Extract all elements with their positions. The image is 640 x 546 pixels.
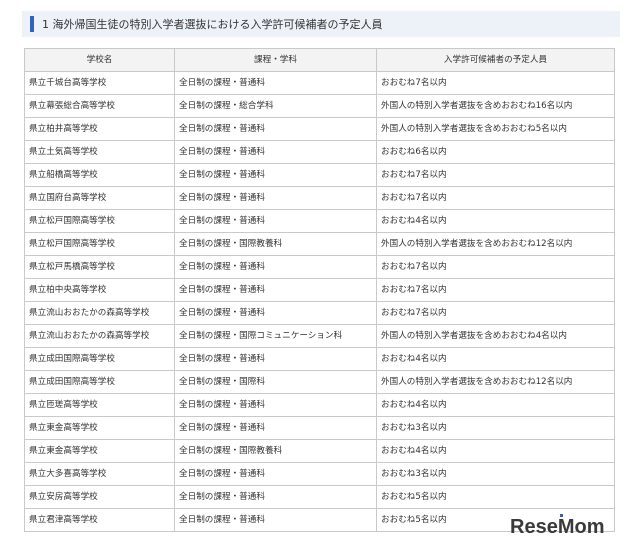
cell-planned-quota: おおむね5名以内 <box>376 485 615 509</box>
cell-school-name: 県立船橋高等学校 <box>24 163 175 187</box>
cell-course-department: 全日制の課程・普通科 <box>174 186 377 210</box>
cell-planned-quota: 外国人の特別入学者選抜を含めおおむね12名以内 <box>376 232 615 256</box>
cell-planned-quota: おおむね7名以内 <box>376 255 615 279</box>
table-row: 県立匝瑳高等学校 全日制の課程・普通科 おおむね4名以内 <box>24 393 615 417</box>
cell-planned-quota: おおむね6名以内 <box>376 140 615 164</box>
cell-school-name: 県立柏中央高等学校 <box>24 278 175 302</box>
cell-planned-quota: 外国人の特別入学者選抜を含めおおむね12名以内 <box>376 370 615 394</box>
table-row: 県立松戸国際高等学校 全日制の課程・普通科 おおむね4名以内 <box>24 209 615 233</box>
cell-school-name: 県立流山おおたかの森高等学校 <box>24 324 175 348</box>
table-body: 県立千城台高等学校 全日制の課程・普通科 おおむね7名以内 県立幕張総合高等学校 全日制… <box>24 71 615 532</box>
cell-school-name: 県立松戸国際高等学校 <box>24 232 175 256</box>
section-header: 1 海外帰国生徒の特別入学者選抜における入学許可候補者の予定人員 <box>22 11 620 37</box>
table-row: 県立東金高等学校 全日制の課程・国際教養科 おおむね4名以内 <box>24 439 615 463</box>
cell-course-department: 全日制の課程・普通科 <box>174 117 377 141</box>
cell-planned-quota: おおむね3名以内 <box>376 462 615 486</box>
cell-planned-quota: おおむね4名以内 <box>376 393 615 417</box>
cell-course-department: 全日制の課程・普通科 <box>174 301 377 325</box>
cell-planned-quota: 外国人の特別入学者選抜を含めおおむね16名以内 <box>376 94 615 118</box>
table-row: 県立安房高等学校 全日制の課程・普通科 おおむね5名以内 <box>24 485 615 509</box>
cell-course-department: 全日制の課程・普通科 <box>174 508 377 532</box>
cell-course-department: 全日制の課程・国際教養科 <box>174 232 377 256</box>
section-title: 1 海外帰国生徒の特別入学者選抜における入学許可候補者の予定人員 <box>42 18 383 31</box>
cell-course-department: 全日制の課程・普通科 <box>174 416 377 440</box>
cell-school-name: 県立東金高等学校 <box>24 439 175 463</box>
resemom-watermark-logo: ReseMom <box>508 512 628 538</box>
cell-planned-quota: おおむね4名以内 <box>376 439 615 463</box>
cell-course-department: 全日制の課程・普通科 <box>174 462 377 486</box>
cell-planned-quota: おおむね7名以内 <box>376 163 615 187</box>
section-accent-bar <box>30 16 34 32</box>
table-row: 県立成田国際高等学校 全日制の課程・普通科 おおむね4名以内 <box>24 347 615 371</box>
svg-text:ReseMom: ReseMom <box>510 516 604 538</box>
table-row: 県立土気高等学校 全日制の課程・普通科 おおむね6名以内 <box>24 140 615 164</box>
header-course-department: 課程・学科 <box>174 48 377 72</box>
cell-school-name: 県立千城台高等学校 <box>24 71 175 95</box>
cell-course-department: 全日制の課程・普通科 <box>174 140 377 164</box>
header-school-name: 学校名 <box>24 48 175 72</box>
table-row: 県立松戸馬橋高等学校 全日制の課程・普通科 おおむね7名以内 <box>24 255 615 279</box>
cell-planned-quota: 外国人の特別入学者選抜を含めおおむね5名以内 <box>376 117 615 141</box>
cell-school-name: 県立大多喜高等学校 <box>24 462 175 486</box>
table-row: 県立千城台高等学校 全日制の課程・普通科 おおむね7名以内 <box>24 71 615 95</box>
cell-planned-quota: おおむね7名以内 <box>376 301 615 325</box>
cell-course-department: 全日制の課程・普通科 <box>174 347 377 371</box>
cell-planned-quota: おおむね7名以内 <box>376 186 615 210</box>
cell-school-name: 県立国府台高等学校 <box>24 186 175 210</box>
table-row: 県立成田国際高等学校 全日制の課程・国際科 外国人の特別入学者選抜を含めおおむね12… <box>24 370 615 394</box>
cell-school-name: 県立流山おおたかの森高等学校 <box>24 301 175 325</box>
cell-course-department: 全日制の課程・国際科 <box>174 370 377 394</box>
table-row: 県立船橋高等学校 全日制の課程・普通科 おおむね7名以内 <box>24 163 615 187</box>
cell-course-department: 全日制の課程・普通科 <box>174 255 377 279</box>
cell-planned-quota: 外国人の特別入学者選抜を含めおおむね4名以内 <box>376 324 615 348</box>
resemom-logo-icon: ReseMom <box>510 514 604 538</box>
cell-course-department: 全日制の課程・普通科 <box>174 209 377 233</box>
cell-course-department: 全日制の課程・普通科 <box>174 485 377 509</box>
cell-planned-quota: おおむね3名以内 <box>376 416 615 440</box>
table-row: 県立柏中央高等学校 全日制の課程・普通科 おおむね7名以内 <box>24 278 615 302</box>
cell-planned-quota: おおむね7名以内 <box>376 278 615 302</box>
table-row: 県立柏井高等学校 全日制の課程・普通科 外国人の特別入学者選抜を含めおおむね5名以内 <box>24 117 615 141</box>
cell-school-name: 県立東金高等学校 <box>24 416 175 440</box>
cell-course-department: 全日制の課程・普通科 <box>174 163 377 187</box>
cell-course-department: 全日制の課程・普通科 <box>174 71 377 95</box>
cell-school-name: 県立幕張総合高等学校 <box>24 94 175 118</box>
table-row: 県立松戸国際高等学校 全日制の課程・国際教養科 外国人の特別入学者選抜を含めおおむね… <box>24 232 615 256</box>
cell-school-name: 県立匝瑳高等学校 <box>24 393 175 417</box>
table-row: 県立流山おおたかの森高等学校 全日制の課程・国際コミュニケーション科 外国人の特別入… <box>24 324 615 348</box>
table-header-row: 学校名 課程・学科 入学許可候補者の予定人員 <box>24 48 615 72</box>
cell-course-department: 全日制の課程・総合学科 <box>174 94 377 118</box>
table-row: 県立国府台高等学校 全日制の課程・普通科 おおむね7名以内 <box>24 186 615 210</box>
cell-planned-quota: おおむね4名以内 <box>376 209 615 233</box>
cell-school-name: 県立松戸馬橋高等学校 <box>24 255 175 279</box>
header-planned-quota: 入学許可候補者の予定人員 <box>376 48 615 72</box>
cell-school-name: 県立成田国際高等学校 <box>24 347 175 371</box>
cell-course-department: 全日制の課程・普通科 <box>174 278 377 302</box>
cell-school-name: 県立成田国際高等学校 <box>24 370 175 394</box>
cell-course-department: 全日制の課程・国際教養科 <box>174 439 377 463</box>
table-row: 県立幕張総合高等学校 全日制の課程・総合学科 外国人の特別入学者選抜を含めおおむね1… <box>24 94 615 118</box>
cell-planned-quota: おおむね4名以内 <box>376 347 615 371</box>
cell-course-department: 全日制の課程・普通科 <box>174 393 377 417</box>
cell-school-name: 県立君津高等学校 <box>24 508 175 532</box>
cell-school-name: 県立松戸国際高等学校 <box>24 209 175 233</box>
cell-school-name: 県立土気高等学校 <box>24 140 175 164</box>
school-quota-table: 学校名 課程・学科 入学許可候補者の予定人員 県立千城台高等学校 全日制の課程・普… <box>24 48 615 532</box>
cell-school-name: 県立安房高等学校 <box>24 485 175 509</box>
cell-school-name: 県立柏井高等学校 <box>24 117 175 141</box>
cell-course-department: 全日制の課程・国際コミュニケーション科 <box>174 324 377 348</box>
table-row: 県立東金高等学校 全日制の課程・普通科 おおむね3名以内 <box>24 416 615 440</box>
cell-planned-quota: おおむね7名以内 <box>376 71 615 95</box>
table-row: 県立流山おおたかの森高等学校 全日制の課程・普通科 おおむね7名以内 <box>24 301 615 325</box>
table-row: 県立大多喜高等学校 全日制の課程・普通科 おおむね3名以内 <box>24 462 615 486</box>
